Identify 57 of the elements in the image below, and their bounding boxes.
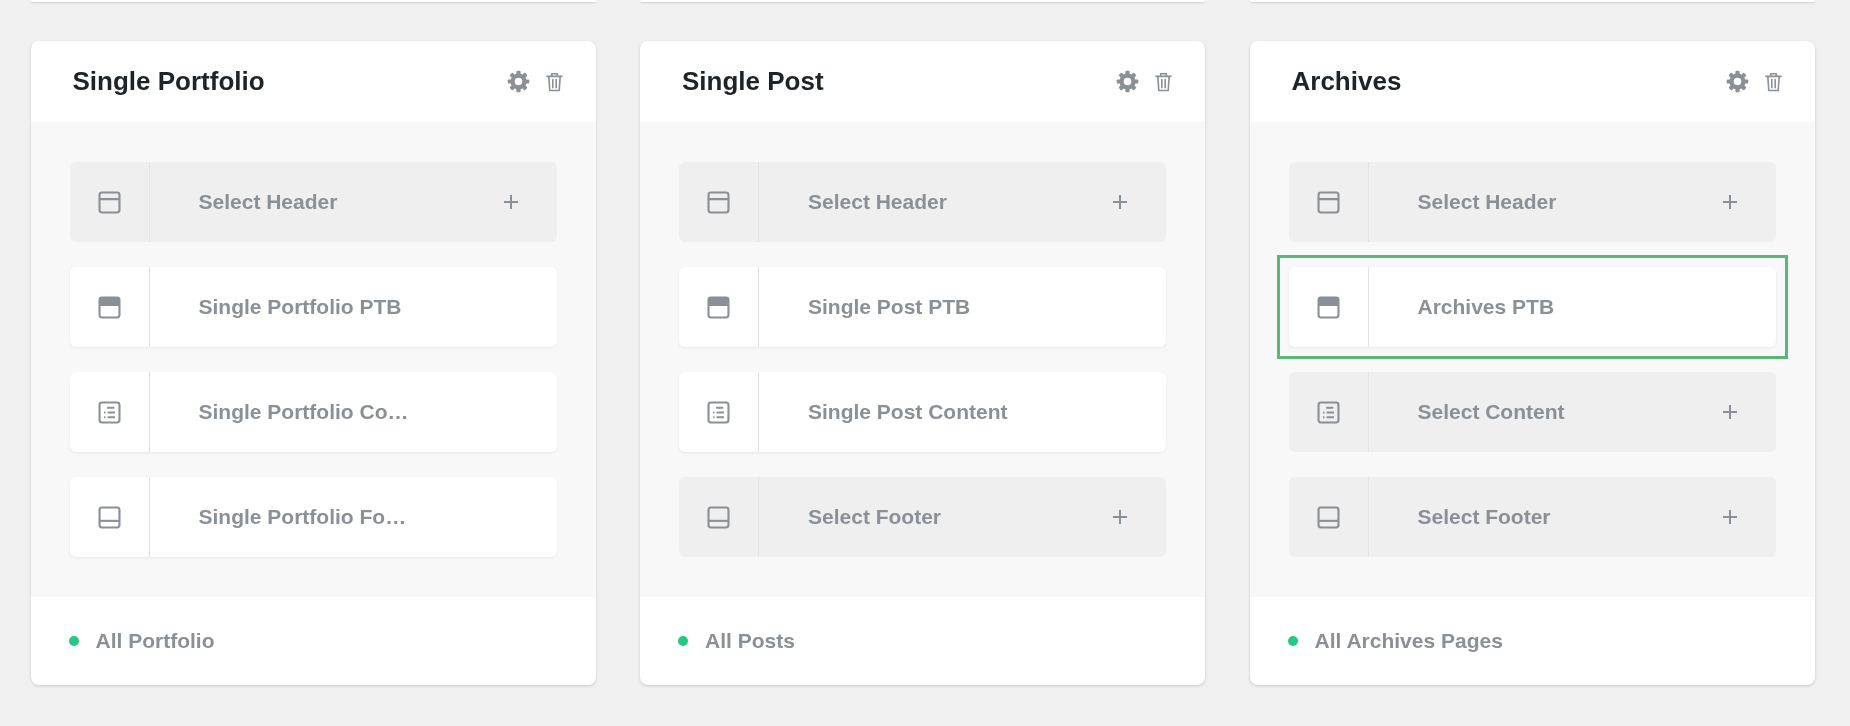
settings-icon[interactable]	[1725, 70, 1749, 93]
plus-icon[interactable]	[1112, 194, 1128, 210]
template-row[interactable]: Select Header	[69, 162, 557, 242]
template-row[interactable]: Select Header	[679, 162, 1166, 242]
status-dot-icon	[68, 636, 79, 646]
row-label: Single Portfolio Co…	[198, 400, 409, 424]
plus-icon[interactable]	[1721, 404, 1738, 420]
card-title: Archives	[1291, 66, 1402, 97]
status-dot-icon	[678, 636, 688, 646]
filled-top-band-icon	[97, 295, 121, 319]
plus-icon[interactable]	[502, 194, 519, 210]
filled-top-band-icon	[1316, 295, 1340, 319]
row-label: Select Footer	[1417, 505, 1551, 529]
template-row[interactable]: Select Header	[1288, 162, 1776, 242]
header-layout-icon	[97, 190, 121, 214]
condition-label: All Archives Pages	[1314, 629, 1503, 653]
footer-layout-icon	[707, 505, 730, 529]
status-dot-icon	[1287, 636, 1298, 646]
row-label: Select Header	[198, 190, 338, 214]
row-label: Single Post Content	[808, 400, 1008, 424]
template-row[interactable]: Single Post PTB	[679, 267, 1166, 347]
trash-icon[interactable]	[1155, 71, 1172, 92]
trash-icon[interactable]	[545, 71, 563, 92]
row-label: Select Footer	[808, 505, 942, 529]
row-label: Select Content	[1417, 400, 1565, 424]
row-label: Select Header	[1417, 190, 1557, 214]
header-layout-icon	[1316, 190, 1340, 214]
template-row[interactable]: Select Footer	[679, 477, 1166, 557]
content-lines-icon	[707, 400, 730, 424]
content-lines-icon	[97, 400, 121, 424]
row-label: Archives PTB	[1417, 295, 1555, 319]
template-row[interactable]: Archives PTB	[1288, 267, 1776, 347]
row-label: Single Portfolio Fo…	[198, 505, 407, 529]
row-label: Single Post PTB	[808, 295, 971, 319]
header-layout-icon	[707, 190, 730, 214]
plus-icon[interactable]	[1112, 509, 1128, 525]
template-row[interactable]: Single Post Content	[679, 372, 1166, 452]
footer-layout-icon	[1316, 505, 1340, 529]
card-title: Single Portfolio	[72, 66, 265, 97]
plus-icon[interactable]	[1721, 194, 1738, 210]
template-row[interactable]: Select Content	[1288, 372, 1776, 452]
row-label: Select Header	[808, 190, 947, 214]
template-row[interactable]: Single Portfolio Fo…	[69, 477, 557, 557]
trash-icon[interactable]	[1764, 71, 1782, 92]
plus-icon[interactable]	[1721, 509, 1738, 525]
filled-top-band-icon	[707, 295, 730, 319]
condition-label: All Posts	[705, 629, 795, 653]
content-lines-icon	[1316, 400, 1340, 424]
template-row[interactable]: Single Portfolio Co…	[69, 372, 557, 452]
card-title: Single Post	[682, 66, 824, 97]
condition-label: All Portfolio	[95, 629, 215, 653]
row-label: Single Portfolio PTB	[198, 295, 402, 319]
template-row[interactable]: Single Portfolio PTB	[69, 267, 557, 347]
template-row[interactable]: Select Footer	[1288, 477, 1776, 557]
settings-icon[interactable]	[1116, 70, 1139, 93]
settings-icon[interactable]	[506, 70, 530, 93]
footer-layout-icon	[97, 505, 121, 529]
